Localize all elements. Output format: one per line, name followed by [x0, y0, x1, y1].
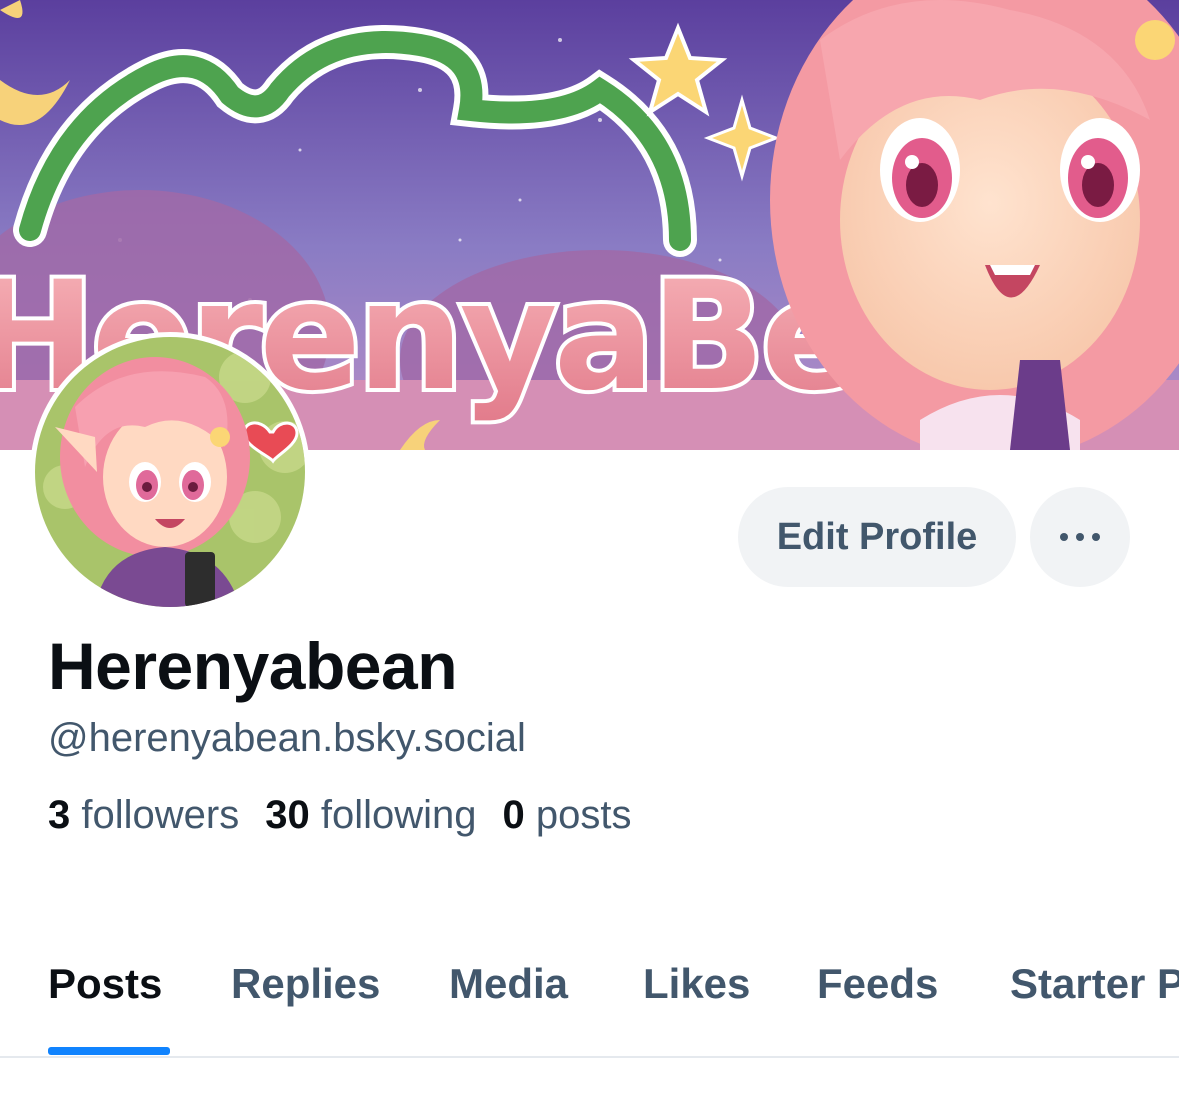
posts-stat: 0 posts: [503, 793, 632, 838]
posts-label: posts: [535, 793, 632, 837]
edit-profile-label: Edit Profile: [776, 515, 978, 558]
avatar-illustration: [35, 337, 305, 607]
profile-stats: 3 followers 30 following 0 posts: [48, 793, 631, 838]
followers-count: 3: [48, 793, 71, 837]
following-count: 30: [265, 793, 310, 837]
ellipsis-icon: [1060, 533, 1100, 541]
display-name: Herenyabean: [48, 629, 458, 703]
followers-label: followers: [81, 793, 240, 837]
tab-media[interactable]: Media: [449, 960, 568, 1008]
posts-count: 0: [502, 793, 525, 837]
profile-avatar[interactable]: [30, 332, 310, 612]
more-options-button[interactable]: [1030, 487, 1130, 587]
following-stat[interactable]: 30 following: [265, 793, 476, 838]
edit-profile-button[interactable]: Edit Profile: [738, 487, 1016, 587]
tab-replies[interactable]: Replies: [231, 960, 380, 1008]
handle[interactable]: @herenyabean.bsky.social: [48, 716, 526, 761]
tab-starter-packs[interactable]: Starter Packs: [1010, 960, 1179, 1008]
tab-likes[interactable]: Likes: [643, 960, 750, 1008]
followers-stat[interactable]: 3 followers: [48, 793, 239, 838]
active-tab-indicator: [48, 1047, 170, 1055]
following-label: following: [320, 793, 477, 837]
profile-page: HerenyaBean Edit Profile Herenyabean @he…: [0, 0, 1179, 1095]
profile-tabs: Posts Replies Media Likes Feeds Starter …: [0, 930, 1179, 1058]
tab-feeds[interactable]: Feeds: [817, 960, 938, 1008]
tab-posts[interactable]: Posts: [48, 960, 162, 1008]
